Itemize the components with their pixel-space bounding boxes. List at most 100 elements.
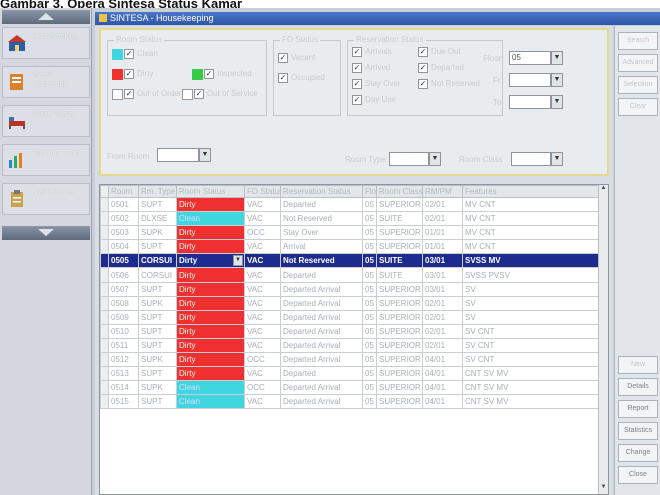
- vacant-checkbox[interactable]: ✓: [278, 53, 288, 63]
- from-room-label: From Room: [107, 152, 150, 161]
- cell-room: 0509: [108, 309, 139, 325]
- row-selector[interactable]: [100, 196, 109, 213]
- row-selector[interactable]: [100, 295, 109, 311]
- from-room-input[interactable]: [157, 148, 199, 162]
- row-selector[interactable]: [100, 267, 109, 283]
- cell-fo: OCC: [244, 352, 281, 368]
- row-selector[interactable]: [100, 239, 109, 255]
- column-header[interactable]: Room Status: [176, 185, 245, 198]
- table-row[interactable]: 0515 SUPT Clean VAC Departed Arrival 05 SUPERI…: [100, 394, 601, 410]
- nav-item-guest-credentials[interactable]: Guest Credentials: [2, 66, 90, 98]
- dirty-checkbox[interactable]: ✓: [124, 69, 134, 79]
- table-row[interactable]: 0510 SUPT Dirty VAC Departed Arrival 05 SUPERI…: [100, 323, 601, 339]
- column-header[interactable]: Rm. Type: [138, 185, 177, 198]
- column-header[interactable]: FO Status: [244, 185, 281, 198]
- row-selector[interactable]: [100, 281, 109, 297]
- details-button[interactable]: Details: [618, 378, 658, 396]
- close-button[interactable]: Close: [618, 466, 658, 484]
- row-selector[interactable]: [100, 323, 109, 339]
- out-of-service-checkbox[interactable]: ✓: [194, 89, 204, 99]
- statistics-button[interactable]: Statistics: [618, 422, 658, 440]
- occupied-checkbox[interactable]: ✓: [278, 73, 288, 83]
- from-dropdown-button[interactable]: ▼: [551, 73, 563, 87]
- from-room-dropdown-button[interactable]: ▼: [199, 148, 211, 162]
- table-row[interactable]: 0514 SUPK Clean OCC Departed Arrival 05 SUPERI…: [100, 380, 601, 396]
- cell-floor: 05: [362, 295, 377, 311]
- row-selector[interactable]: [100, 366, 109, 382]
- clear-button[interactable]: Clear: [618, 98, 658, 116]
- cell-room: 0514: [108, 380, 139, 396]
- scroll-up-arrow-icon[interactable]: ▲: [599, 185, 608, 195]
- row-selector[interactable]: [100, 394, 109, 410]
- column-header[interactable]: Room Class: [376, 185, 423, 198]
- selection-button[interactable]: Selection: [618, 76, 658, 94]
- day-use-checkbox[interactable]: ✓: [352, 95, 362, 105]
- room-class-input[interactable]: [511, 152, 551, 166]
- grid-scrollbar[interactable]: ▲ ▼: [598, 185, 608, 494]
- room-type-dropdown-button[interactable]: ▼: [429, 152, 441, 166]
- row-selector[interactable]: [100, 225, 109, 241]
- floor-dropdown-button[interactable]: ▼: [551, 51, 563, 65]
- table-row[interactable]: 0507 SUPT Dirty VAC Departed Arrival 05 SUPERI…: [100, 281, 601, 297]
- row-selector[interactable]: [100, 211, 109, 227]
- nav-item-housekeeping[interactable]: Housekeeping: [2, 27, 90, 59]
- nav-scroll-up-button[interactable]: [2, 10, 90, 24]
- dirty-label: Dirty: [137, 69, 154, 78]
- table-row[interactable]: 0513 SUPT Dirty VAC Departed 05 SUPERIOR 04/01 C…: [100, 366, 601, 382]
- to-dropdown-button[interactable]: ▼: [551, 95, 563, 109]
- table-row[interactable]: 0512 SUPK Dirty OCC Departed Arrival 05 SUPERI…: [100, 352, 601, 368]
- room-status-select[interactable]: Dirty ▼: [176, 253, 245, 269]
- clean-checkbox[interactable]: ✓: [124, 49, 134, 59]
- cell-floor: 05: [362, 380, 377, 396]
- nav-item-maintenance[interactable]: Maintenance: [2, 183, 90, 215]
- column-header[interactable]: Room: [108, 185, 139, 198]
- cell-room: 0502: [108, 211, 139, 227]
- room-type-input[interactable]: [389, 152, 429, 166]
- nav-item-room-status[interactable]: Room Status: [2, 105, 90, 137]
- from-input[interactable]: [509, 73, 551, 87]
- inspected-checkbox[interactable]: ✓: [204, 69, 214, 79]
- table-row[interactable]: 0503 SUPK Dirty OCC Stay Over 05 SUPERIOR 01/01…: [100, 225, 601, 241]
- column-header[interactable]: Floor: [362, 185, 377, 198]
- floor-input[interactable]: 05: [509, 51, 551, 65]
- new-button[interactable]: New: [618, 356, 658, 374]
- table-row[interactable]: 0504 SUPT Dirty VAC Arrival 05 SUPERIOR 01/01 MV…: [100, 239, 601, 255]
- table-row[interactable]: 0501 SUPT Dirty VAC Departed 05 SUPERIOR 02/01 M…: [100, 196, 601, 213]
- search-button[interactable]: Search: [618, 32, 658, 50]
- not-reserved-checkbox[interactable]: ✓: [418, 79, 428, 89]
- row-selector[interactable]: [100, 309, 109, 325]
- row-selector[interactable]: [100, 352, 109, 368]
- row-selector[interactable]: [100, 380, 109, 396]
- nav-scroll-down-button[interactable]: [2, 226, 90, 240]
- table-row[interactable]: 0511 SUPT Dirty VAC Departed Arrival 05 SUPERI…: [100, 337, 601, 354]
- table-row[interactable]: 0509 SUPT Dirty VAC Departed Arrival 05 SUPERI…: [100, 309, 601, 325]
- cell-room: 0505: [108, 253, 139, 269]
- table-row[interactable]: 0505 CORSUI Dirty ▼ VAC Not Reserved 05 SUITE 03…: [100, 253, 601, 269]
- row-selector[interactable]: [100, 337, 109, 354]
- arrived-checkbox[interactable]: ✓: [352, 63, 362, 73]
- column-header[interactable]: RM/PM: [422, 185, 463, 198]
- room-class-dropdown-button[interactable]: ▼: [551, 152, 563, 166]
- cell-fo: VAC: [244, 366, 281, 382]
- out-of-order-checkbox[interactable]: ✓: [124, 89, 134, 99]
- cell-rmpm: 02/01: [422, 295, 463, 311]
- table-row[interactable]: 0508 SUPK Dirty VAC Departed Arrival 05 SUPERI…: [100, 295, 601, 311]
- cell-rmpm: 03/01: [422, 267, 463, 283]
- change-button[interactable]: Change: [618, 444, 658, 462]
- chevron-down-icon[interactable]: ▼: [233, 255, 243, 267]
- cell-res: Departed Arrival: [280, 281, 363, 297]
- row-selector[interactable]: [100, 253, 109, 269]
- table-row[interactable]: 0506 CORSUI Dirty VAC Departed 05 SUITE 03/01 SV…: [100, 267, 601, 283]
- table-row[interactable]: 0502 DLXSE Clean VAC Not Reserved 05 SUITE 02/0…: [100, 211, 601, 227]
- report-button[interactable]: Report: [618, 400, 658, 418]
- arrivals-checkbox[interactable]: ✓: [352, 47, 362, 57]
- column-header[interactable]: Features: [462, 185, 601, 198]
- scroll-down-arrow-icon[interactable]: ▼: [599, 484, 608, 494]
- departed-checkbox[interactable]: ✓: [418, 63, 428, 73]
- column-header[interactable]: Reservation Status: [280, 185, 363, 198]
- to-input[interactable]: [509, 95, 551, 109]
- due-out-checkbox[interactable]: ✓: [418, 47, 428, 57]
- nav-item-situation-chart[interactable]: Situation Chart: [2, 144, 90, 176]
- stay-over-checkbox[interactable]: ✓: [352, 79, 362, 89]
- advanced-button[interactable]: Advanced: [618, 54, 658, 72]
